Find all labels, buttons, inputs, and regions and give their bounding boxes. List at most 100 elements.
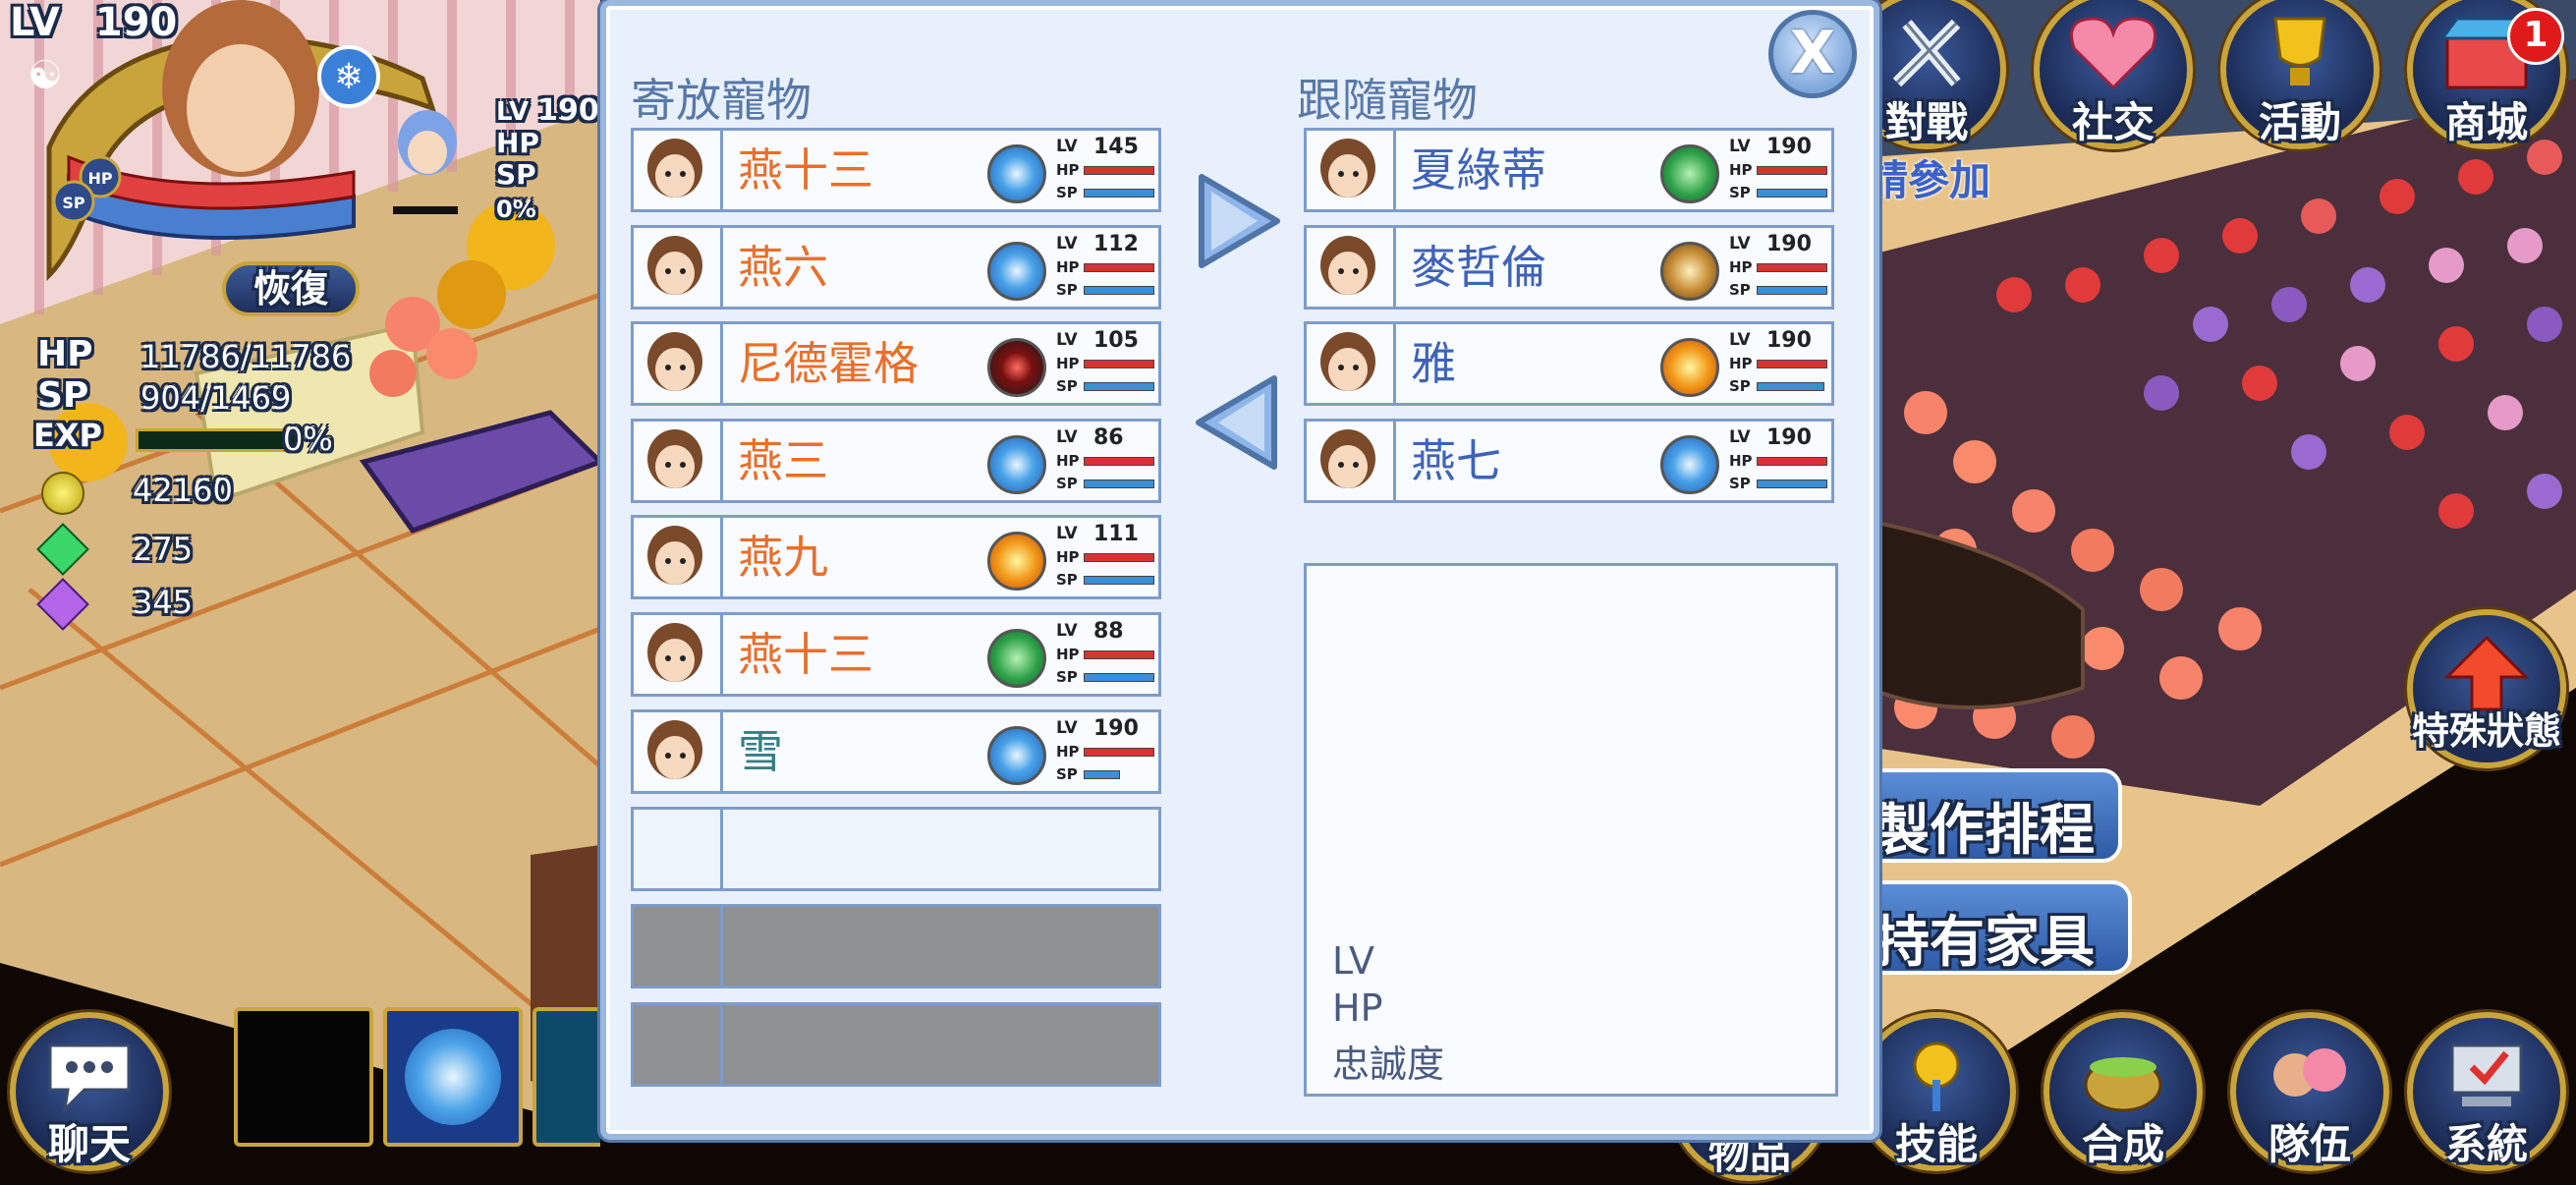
stored-pet-slot[interactable]: 燕六 LV 112 HP SP	[631, 224, 1161, 310]
info-lv-label: LV	[1332, 939, 1374, 983]
swap-icon[interactable]: ☯	[28, 53, 63, 98]
owned-furniture-label: 持有家具	[1875, 911, 2095, 975]
pet-stats: LV 112 HP SP	[1056, 231, 1154, 305]
slot-face-locked	[634, 1005, 723, 1084]
heart-icon	[2070, 17, 2156, 90]
chat-bubble-icon	[48, 1044, 131, 1114]
stored-pet-slot[interactable]: 燕三 LV 86 HP SP	[631, 418, 1161, 503]
pet-portrait	[634, 518, 723, 597]
pet-level: 190	[1766, 231, 1812, 256]
pet-level-label: LV	[1729, 330, 1751, 351]
stored-pet-slot-locked	[631, 904, 1161, 988]
pet-sp-label: SP	[1056, 280, 1078, 299]
pet-level: 112	[1093, 231, 1139, 256]
pet-portrait	[634, 324, 723, 404]
pet-name: 燕七	[1411, 433, 1501, 487]
earth-element-icon	[1660, 241, 1719, 301]
team-icon	[2273, 1048, 2346, 1097]
pet-sp-bar	[1084, 673, 1154, 682]
pet-hp-bar	[1757, 166, 1827, 175]
social-button[interactable]: 社交	[2034, 0, 2193, 149]
up-arrow-icon	[2443, 635, 2530, 711]
skill-slot-ice[interactable]	[383, 1007, 523, 1147]
restore-button[interactable]: 恢復	[222, 261, 360, 316]
join-text[interactable]: 請參加	[1867, 147, 1990, 207]
following-pets-title: 跟隨寵物	[1297, 74, 1478, 127]
pet-name: 尼德霍格	[738, 337, 919, 391]
following-pet-slot[interactable]: 燕七 LV 190 HP SP	[1304, 418, 1834, 503]
stored-pets-title: 寄放寵物	[631, 74, 812, 127]
special-status-button[interactable]: 特殊狀態	[2407, 609, 2566, 768]
skill-slot-empty[interactable]	[234, 1007, 373, 1147]
events-button[interactable]: 活動	[2220, 0, 2380, 149]
shop-label: 商城	[2444, 98, 2528, 146]
pet-sp-label: SP	[1056, 184, 1078, 201]
pet-level-label: LV	[1056, 233, 1078, 254]
pet-stats: LV 190 HP SP	[1056, 716, 1154, 789]
ice-element-icon	[1660, 434, 1719, 494]
pet-sp-bar	[1084, 769, 1120, 779]
stored-pet-slot-locked	[631, 1002, 1161, 1087]
ice-element-icon	[987, 725, 1046, 785]
gold-value: 42160	[133, 472, 233, 509]
skills-button[interactable]: 技能	[1857, 1012, 2016, 1171]
events-label: 活動	[2258, 98, 2341, 146]
stored-pet-slot[interactable]: 燕九 LV 111 HP SP	[631, 515, 1161, 600]
pet-hp-label: HP	[1056, 742, 1080, 761]
pet-portrait	[634, 615, 723, 694]
wind-element-icon	[987, 629, 1046, 688]
stored-pet-slot-empty[interactable]	[631, 807, 1161, 891]
pet-name: 夏綠蒂	[1411, 143, 1546, 197]
pet-portrait	[634, 711, 723, 791]
following-pet-slot[interactable]: 夏綠蒂 LV 190 HP SP	[1304, 128, 1834, 212]
pet-mini-exp-percent: 0%	[496, 196, 536, 223]
svg-text:HP: HP	[87, 169, 112, 188]
skill-slot-partial[interactable]	[532, 1007, 600, 1147]
pet-mini-portrait[interactable]	[393, 108, 462, 187]
pet-sp-label: SP	[1729, 377, 1751, 396]
pet-mini-stats: LV 190 HP SP 0%	[496, 93, 614, 231]
fire-element-icon	[1660, 338, 1719, 398]
stored-pet-slot[interactable]: 燕十三 LV 145 HP SP	[631, 128, 1161, 212]
pet-stats: LV 190 HP SP	[1729, 425, 1827, 498]
following-pet-slot[interactable]: 雅 LV 190 HP SP	[1304, 321, 1834, 407]
exp-bar	[136, 428, 299, 452]
pet-hp-label: HP	[1056, 257, 1080, 276]
system-label: 系統	[2444, 1120, 2528, 1168]
stored-pet-slot[interactable]: 尼德霍格 LV 105 HP SP	[631, 321, 1161, 407]
owned-furniture-button[interactable]: 持有家具	[1847, 880, 2132, 975]
following-pet-slot[interactable]: 麥哲倫 LV 190 HP SP	[1304, 224, 1834, 310]
dark-element-icon	[987, 338, 1046, 398]
pet-mini-level-label: LV	[496, 97, 530, 127]
pet-hp-bar	[1084, 650, 1154, 659]
compose-button[interactable]: 合成	[2044, 1012, 2203, 1171]
move-left-arrow-icon[interactable]	[1184, 368, 1292, 477]
stored-pet-slot[interactable]: 燕十三 LV 88 HP SP	[631, 612, 1161, 697]
slot-face-empty	[634, 810, 723, 888]
restore-label: 恢復	[252, 267, 328, 310]
hp-label: HP	[37, 334, 93, 374]
team-button[interactable]: 隊伍	[2230, 1012, 2389, 1171]
pet-stats: LV 111 HP SP	[1056, 522, 1154, 594]
pet-sp-bar	[1084, 479, 1154, 488]
pet-mini-exp-bar	[393, 206, 458, 214]
pet-stats: LV 190 HP SP	[1729, 231, 1827, 305]
pet-hp-bar	[1084, 166, 1154, 175]
fire-element-icon	[987, 532, 1046, 592]
system-button[interactable]: 系統	[2407, 1012, 2566, 1171]
pet-hp-label: HP	[1056, 646, 1080, 663]
close-button[interactable]: X	[1768, 10, 1857, 98]
stored-pet-slot[interactable]: 雪 LV 190 HP SP	[631, 708, 1161, 794]
ice-element-icon	[987, 434, 1046, 494]
pet-level: 86	[1093, 424, 1124, 450]
pet-sp-label: SP	[1729, 474, 1751, 492]
pet-name: 燕九	[738, 531, 828, 585]
pet-name: 雪	[738, 724, 783, 778]
move-right-arrow-icon[interactable]	[1184, 167, 1292, 275]
pet-portrait	[1307, 131, 1396, 209]
wand-icon	[1913, 1042, 1960, 1111]
pet-level: 88	[1093, 619, 1124, 644]
pet-mini-hp-label: HP	[496, 127, 539, 159]
chat-button[interactable]: 聊天	[10, 1012, 169, 1171]
craft-schedule-button[interactable]: 製作排程	[1847, 768, 2122, 863]
